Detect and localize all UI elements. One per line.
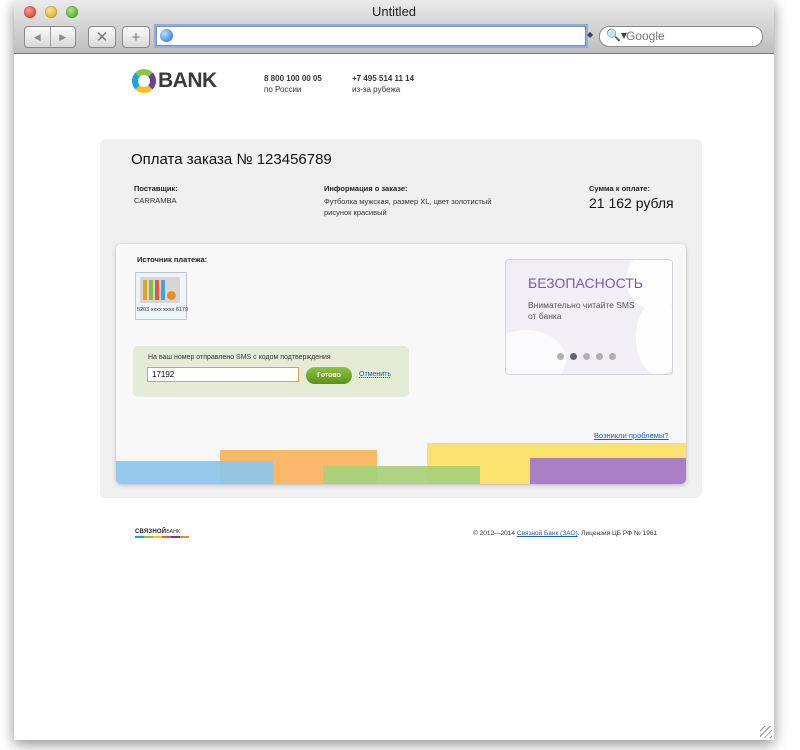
slide-dot[interactable]	[583, 353, 590, 360]
close-icon: ✕	[95, 29, 109, 46]
bank-link[interactable]: Связной Банк (ЗАО)	[517, 530, 578, 537]
add-bookmark-button[interactable]: +	[122, 26, 150, 48]
copyright-prefix: © 2012—2014	[473, 530, 516, 537]
decorative-blob	[636, 300, 672, 374]
order-info-label: Информация о заказе:	[324, 184, 408, 193]
security-text-line: от банка	[528, 311, 562, 321]
qbank-logo[interactable]: BANK	[132, 69, 217, 93]
stripe-blue	[116, 461, 273, 484]
copyright-text: © 2012—2014 Связной Банк (ЗАО). Лицензия…	[473, 530, 657, 537]
globe-icon	[160, 29, 173, 42]
done-button[interactable]: Готово	[306, 367, 352, 384]
back-forward-group: ◀ ▶	[24, 26, 76, 48]
footer-logo-bar	[135, 536, 189, 538]
phone-note: из-за рубежа	[352, 85, 401, 94]
phone-note: по России	[264, 85, 302, 94]
phone-number: +7 495 514 11 14	[352, 74, 415, 83]
phone-russia: 8 800 100 00 05 по России	[264, 73, 322, 95]
window-title: Untitled	[371, 4, 417, 19]
browser-window: Untitled ◀ ▶ ✕ + ◆ 🔍▾ BANK 8 800 100 00 …	[14, 0, 774, 740]
security-text: Внимательно читайте SMS от банка	[528, 300, 635, 322]
phone-abroad: +7 495 514 11 14 из-за рубежа	[352, 73, 414, 95]
stop-button[interactable]: ✕	[88, 26, 116, 48]
amount-value: 21 162 рубля	[589, 195, 674, 211]
resize-grip[interactable]	[760, 726, 772, 738]
qbank-logo-icon	[132, 69, 156, 93]
sms-confirmation-box: На ваш номер отправлено SMS с кодом подт…	[133, 346, 409, 397]
search-box[interactable]: 🔍▾	[599, 26, 763, 47]
search-input[interactable]	[626, 29, 754, 43]
phone-number: 8 800 100 00 05	[264, 74, 322, 83]
footer-logo-sub: БАНК	[166, 529, 181, 535]
supplier-value: CARRAMBA	[134, 196, 177, 205]
page-content: BANK 8 800 100 00 05 по России +7 495 51…	[14, 54, 774, 740]
card-option[interactable]: 5203 xxxx xxxx 6179	[135, 272, 189, 320]
card-number: 5203 xxxx xxxx 6179	[137, 307, 189, 313]
order-card: Оплата заказа № 123456789 Поставщик: CAR…	[100, 139, 702, 498]
logo-text: BANK	[158, 69, 217, 92]
plus-icon: +	[131, 28, 141, 46]
svyaznoy-bank-logo[interactable]: СВЯЗНОЙБАНК	[135, 529, 189, 538]
security-text-line: Внимательно читайте SMS	[528, 300, 635, 310]
slide-dot[interactable]	[609, 353, 616, 360]
security-banner: БЕЗОПАСНОСТЬ Внимательно читайте SMS от …	[505, 259, 673, 375]
slide-dots	[557, 353, 622, 360]
slide-dot[interactable]	[557, 353, 564, 360]
search-source-icon[interactable]: ◆	[587, 30, 593, 39]
problems-link[interactable]: Возникли проблемы?	[594, 431, 669, 440]
address-input[interactable]	[177, 28, 577, 42]
order-info-line: Футболка мужская, размер XL, цвет золоти…	[324, 197, 492, 206]
cancel-link[interactable]: Отменить	[359, 371, 391, 378]
bank-card-icon	[140, 277, 180, 303]
supplier-label: Поставщик:	[134, 184, 178, 193]
sms-code-input[interactable]	[147, 367, 299, 382]
forward-arrow-icon: ▶	[59, 31, 67, 42]
forward-button[interactable]: ▶	[49, 27, 76, 47]
sms-label: На ваш номер отправлено SMS с кодом подт…	[148, 354, 331, 361]
back-arrow-icon: ◀	[33, 31, 41, 42]
stripe-purple	[530, 458, 686, 484]
footer-logo-main: СВЯЗНОЙ	[135, 529, 167, 535]
back-button[interactable]: ◀	[25, 27, 50, 47]
footer-logo-text: СВЯЗНОЙБАНК	[135, 529, 189, 535]
stripe-green	[323, 466, 480, 484]
slide-dot-active[interactable]	[570, 353, 577, 360]
amount-label: Сумма к оплате:	[589, 184, 650, 193]
order-info-value: Футболка мужская, размер XL, цвет золоти…	[324, 196, 491, 218]
payment-panel: Источник платежа: 5203 xxxx xxxx 6179 На…	[116, 244, 686, 484]
browser-toolbar: Untitled ◀ ▶ ✕ + ◆ 🔍▾	[14, 0, 774, 54]
security-title: БЕЗОПАСНОСТЬ	[528, 275, 643, 291]
order-info-line: рисунок красивый	[324, 208, 387, 217]
search-icon[interactable]: 🔍▾	[606, 28, 627, 42]
copyright-suffix: . Лицензия ЦБ РФ № 1961	[577, 530, 658, 537]
payment-source-label: Источник платежа:	[137, 255, 208, 264]
slide-dot[interactable]	[596, 353, 603, 360]
order-title: Оплата заказа № 123456789	[131, 151, 332, 168]
address-bar[interactable]	[156, 26, 586, 46]
